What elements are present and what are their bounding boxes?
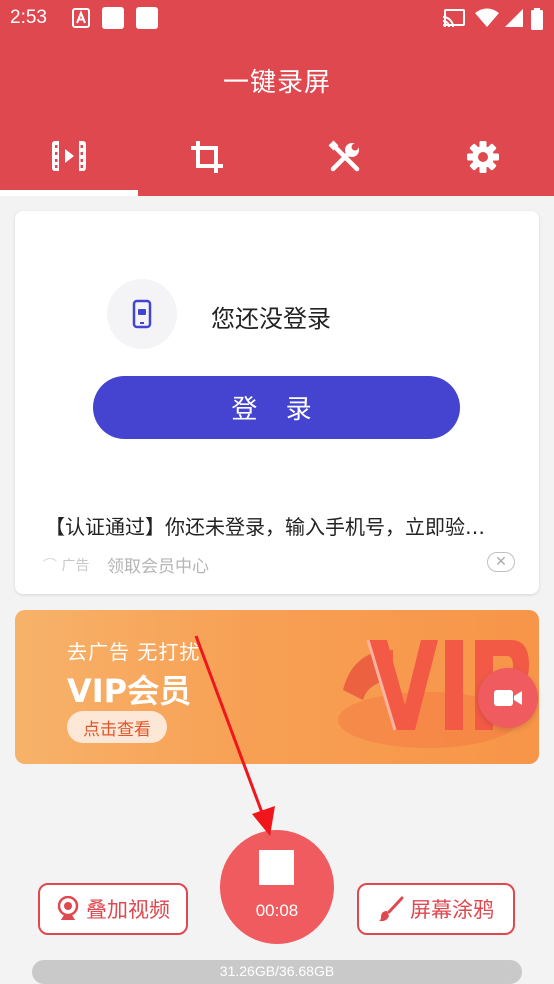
notification-icon (102, 7, 124, 29)
cast-icon (442, 8, 466, 28)
login-button[interactable]: 登 录 (93, 376, 460, 439)
stop-icon (259, 850, 294, 885)
tab-indicator (0, 190, 138, 196)
overlay-video-label: 叠加视频 (86, 898, 170, 922)
brush-icon (379, 896, 404, 922)
tab-settings[interactable] (414, 128, 552, 192)
video-camera-icon (494, 690, 522, 706)
floating-record-button[interactable] (478, 668, 538, 728)
ad-link[interactable]: 领取会员中心 (107, 552, 209, 577)
notification-icon (136, 7, 158, 29)
app-header: 2:53 一键录屏 (0, 0, 554, 196)
storage-bar: 31.26GB/36.68GB (32, 960, 522, 984)
webcam-icon (57, 896, 79, 920)
phone-chat-icon (132, 299, 152, 329)
avatar[interactable] (107, 279, 177, 349)
crop-icon (191, 141, 223, 173)
ad-notice-text[interactable]: 【认证通过】你还未登录，输入手机号，立即验… (45, 511, 485, 540)
tools-icon (328, 140, 360, 172)
battery-icon (530, 8, 544, 30)
tab-crop[interactable] (138, 128, 276, 192)
storage-label: 31.26GB/36.68GB (219, 963, 335, 979)
vip-cta-button[interactable]: 点击查看 (67, 711, 167, 743)
gear-icon (467, 141, 499, 173)
screen-doodle-button[interactable]: 屏幕涂鸦 (357, 883, 515, 935)
record-timer: 00:08 (255, 901, 299, 920)
login-status-title: 您还没登录 (211, 305, 331, 333)
signal-icon (504, 8, 524, 28)
vip-title: VIP会员 (67, 672, 192, 710)
film-icon (52, 141, 86, 171)
tab-tools[interactable] (276, 128, 414, 192)
ad-tag-label: 广告 (61, 558, 90, 574)
login-card: 您还没登录 登 录 【认证通过】你还未登录，输入手机号，立即验… ⌒ 广告 领取… (15, 211, 539, 594)
status-time: 2:53 (10, 7, 47, 28)
wifi-icon (475, 8, 499, 28)
status-bar: 2:53 (0, 0, 554, 38)
screen-doodle-label: 屏幕涂鸦 (410, 898, 494, 922)
ad-tag: ⌒ 广告 (43, 555, 89, 575)
stop-record-button[interactable]: 00:08 (220, 830, 334, 944)
vip-banner[interactable]: 去广告 无打扰 VIP会员 点击查看 (15, 610, 539, 764)
app-title: 一键录屏 (222, 68, 331, 98)
vip-subtitle: 去广告 无打扰 (67, 640, 201, 664)
tab-video[interactable] (0, 128, 138, 192)
overlay-video-button[interactable]: 叠加视频 (38, 883, 188, 935)
ad-close-button[interactable]: ✕ (487, 552, 515, 572)
notification-a-icon (72, 8, 92, 28)
ad-marker-icon: ⌒ (43, 558, 62, 574)
